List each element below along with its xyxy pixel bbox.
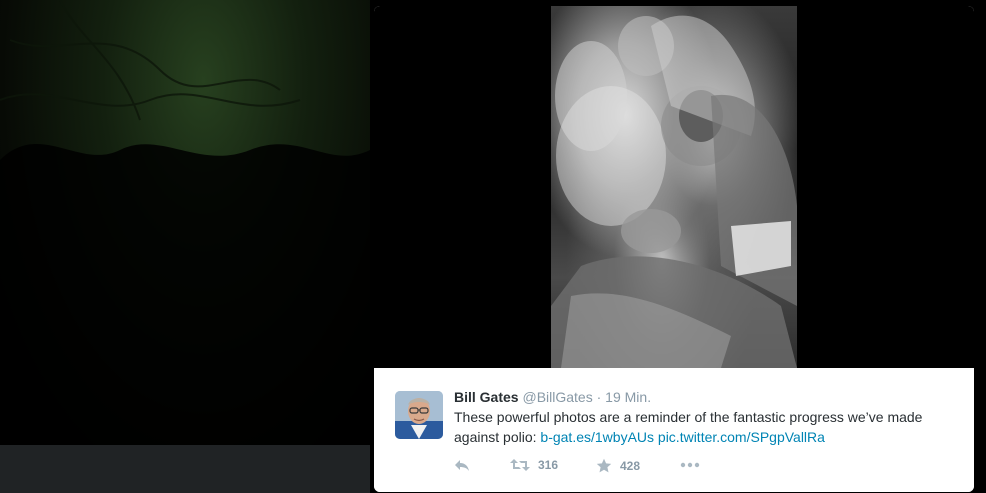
tweet-text: These powerful photos are a reminder of … <box>454 407 954 447</box>
avatar-image <box>395 391 443 439</box>
tweet-link-pic[interactable]: pic.twitter.com/SPgpVallRa <box>658 429 825 445</box>
avatar[interactable] <box>395 391 443 439</box>
reply-button[interactable] <box>454 458 470 472</box>
background-lower-strip <box>0 445 370 493</box>
retweet-count: 316 <box>538 458 559 472</box>
tree-silhouette-decoration <box>0 0 370 445</box>
profile-background <box>0 0 370 445</box>
more-button[interactable] <box>680 462 700 468</box>
star-icon <box>596 458 612 473</box>
tweet-timestamp[interactable]: 19 Min. <box>605 389 651 405</box>
tweet-card: Bill Gates @BillGates · 19 Min. These po… <box>374 368 974 492</box>
photo-figures <box>551 15 797 368</box>
reply-icon <box>455 460 469 471</box>
tweet-photo[interactable] <box>551 6 797 368</box>
more-icon <box>680 462 700 468</box>
author-name[interactable]: Bill Gates <box>454 389 519 405</box>
tweet-header: Bill Gates @BillGates · 19 Min. <box>454 388 954 406</box>
retweet-icon <box>510 459 530 471</box>
separator-dot: · <box>596 389 602 405</box>
favorite-button[interactable]: 428 <box>596 458 640 474</box>
tweet-content: Bill Gates @BillGates · 19 Min. These po… <box>454 388 954 447</box>
favorite-count: 428 <box>620 459 641 473</box>
tweet-link-url[interactable]: b-gat.es/1wbyAUs <box>540 429 654 445</box>
media-container <box>374 6 974 368</box>
media-viewer-modal: Bill Gates @BillGates · 19 Min. These po… <box>374 6 974 492</box>
retweet-button[interactable]: 316 <box>510 458 558 472</box>
author-handle[interactable]: @BillGates <box>522 389 592 405</box>
